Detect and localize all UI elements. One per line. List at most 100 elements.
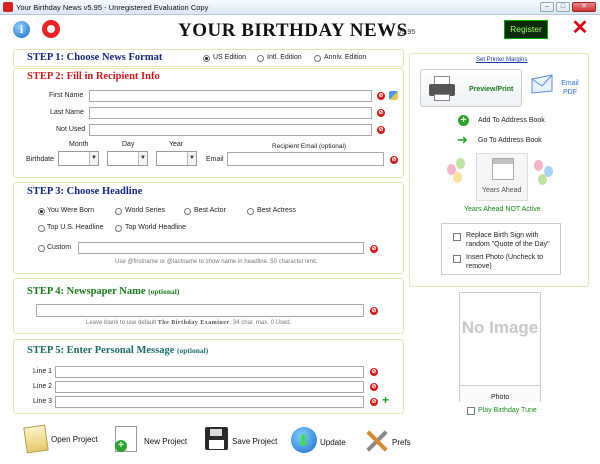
hint-prefix: Leave blank to use default — [86, 320, 157, 326]
open-folder-icon — [23, 424, 49, 454]
step4-title: STEP 4: Newspaper Name (optional) — [27, 286, 179, 297]
radio-us-edition[interactable] — [203, 55, 210, 62]
plus-icon: + — [115, 440, 127, 452]
radio-you-were-born[interactable] — [38, 208, 45, 215]
newspaper-name-hint: Leave blank to use default The Birthday … — [86, 320, 291, 326]
clear-not-used-icon[interactable]: ⊘ — [377, 126, 385, 134]
window-title: Your Birthday News v5.95 - Unregistered … — [16, 3, 209, 12]
clear-line1-icon[interactable]: ⊘ — [370, 368, 378, 376]
hint-suffix: . 34 char. max. 0 Used. — [229, 320, 292, 326]
maximize-button[interactable]: □ — [556, 2, 570, 12]
no-image-placeholder: No Image — [461, 318, 539, 337]
clear-line2-icon[interactable]: ⊘ — [370, 383, 378, 391]
recipient-email-label: Recipient Email (optional) — [272, 143, 347, 150]
arrow-right-icon[interactable]: ➜ — [457, 133, 468, 146]
message-line3-input[interactable] — [55, 396, 364, 408]
exit-icon[interactable]: ✕ — [571, 18, 589, 38]
add-icon[interactable]: + — [458, 115, 469, 126]
line1-label: Line 1 — [33, 368, 53, 375]
radio-intl-edition-label: Intl. Edition — [267, 54, 302, 61]
step3-title: STEP 3: Choose Headline — [27, 186, 143, 197]
info-icon[interactable]: i — [13, 21, 30, 38]
radio-you-were-born-label: You Were Born — [47, 207, 95, 214]
day-label: Day — [122, 141, 135, 148]
step4-optional: (optional) — [148, 287, 180, 296]
replace-birth-sign-checkbox[interactable] — [453, 233, 461, 241]
clear-line3-icon[interactable]: ⊘ — [370, 398, 378, 406]
prefs-button[interactable]: Prefs — [362, 424, 422, 456]
line2-label: Line 2 — [33, 383, 53, 390]
go-to-address-book-button[interactable]: Go To Address Book — [478, 137, 542, 144]
email-input[interactable] — [227, 152, 384, 166]
close-window-button[interactable]: ✕ — [572, 2, 596, 12]
app-icon — [3, 2, 13, 12]
register-button[interactable]: Register — [504, 20, 548, 39]
new-project-label: New Project — [144, 437, 188, 446]
not-used-input[interactable] — [89, 124, 372, 136]
newspaper-name-input[interactable] — [36, 304, 364, 317]
first-name-input[interactable] — [89, 90, 372, 102]
play-birthday-tune-label: Play Birthday Tune — [478, 407, 537, 414]
chevron-down-icon: ▼ — [89, 152, 98, 165]
minimize-button[interactable]: – — [540, 2, 554, 12]
radio-best-actress-label: Best Actress — [257, 207, 296, 214]
radio-best-actress[interactable] — [247, 208, 254, 215]
email-pdf-button[interactable] — [530, 73, 554, 95]
last-name-label: Last Name — [50, 109, 84, 116]
set-printer-margins-link[interactable]: Set Printer Margins — [476, 57, 527, 63]
year-select[interactable]: ▼ — [156, 151, 197, 166]
insert-photo-checkbox[interactable] — [453, 255, 461, 263]
clear-newspaper-name-icon[interactable]: ⊘ — [370, 307, 378, 315]
month-select[interactable]: ▼ — [58, 151, 99, 166]
line3-label: Line 3 — [33, 398, 53, 405]
add-line-icon[interactable]: + — [382, 394, 389, 406]
app-logo: YOUR BIRTHDAY NEWS — [178, 20, 408, 41]
open-project-button[interactable]: Open Project — [22, 424, 102, 456]
printer-icon — [429, 76, 455, 102]
step4-title-text: STEP 4: Newspaper Name — [27, 286, 146, 297]
radio-anniv-edition[interactable] — [314, 55, 321, 62]
radio-custom[interactable] — [38, 245, 45, 252]
photo-box[interactable]: No Image — [459, 292, 541, 402]
radio-world-series[interactable] — [115, 208, 122, 215]
not-used-label: Not Used — [56, 126, 86, 133]
first-name-label: First Name — [49, 92, 84, 99]
prefs-label: Prefs — [392, 438, 411, 447]
message-line1-input[interactable] — [55, 366, 364, 378]
lifebuoy-help-icon[interactable] — [42, 20, 60, 38]
radio-intl-edition[interactable] — [257, 55, 264, 62]
years-ahead-button[interactable]: Years Ahead — [476, 153, 528, 201]
update-button[interactable]: ⬇ Update — [290, 424, 360, 456]
insert-photo-label: Insert Photo (Uncheck to remove) — [466, 254, 544, 270]
custom-headline-input[interactable] — [78, 242, 364, 254]
title-bar: Your Birthday News v5.95 - Unregistered … — [0, 0, 600, 15]
save-project-button[interactable]: Save Project — [203, 424, 283, 456]
preview-print-label: Preview/Print — [469, 86, 514, 93]
replace-birth-sign-label: Replace Birth Sign with random "Quote of… — [466, 232, 550, 248]
message-line2-input[interactable] — [55, 381, 364, 393]
last-name-input[interactable] — [89, 107, 372, 119]
new-project-button[interactable]: + New Project — [113, 424, 193, 456]
chevron-down-icon: ▼ — [138, 152, 147, 165]
years-ahead-status: Years Ahead NOT Active — [464, 206, 541, 213]
clear-first-name-icon[interactable]: ⊘ — [377, 92, 385, 100]
radio-top-us-headline[interactable] — [38, 225, 45, 232]
photo-label: Photo — [491, 394, 510, 401]
radio-top-world-headline[interactable] — [115, 225, 122, 232]
radio-best-actor[interactable] — [184, 208, 191, 215]
add-to-address-book-button[interactable]: Add To Address Book — [478, 117, 545, 124]
contacts-icon[interactable] — [389, 91, 398, 100]
radio-anniv-edition-label: Anniv. Edition — [324, 54, 367, 61]
version-label: v5.95 — [398, 29, 416, 36]
preview-print-button[interactable]: Preview/Print — [420, 69, 522, 107]
email-pdf-label[interactable]: Email PDF — [558, 79, 582, 97]
floppy-disk-icon — [205, 427, 228, 450]
email-label: Email — [206, 156, 224, 163]
day-select[interactable]: ▼ — [107, 151, 148, 166]
clear-email-icon[interactable]: ⊘ — [390, 156, 398, 164]
balloons-right-icon — [534, 160, 556, 194]
play-birthday-tune-checkbox[interactable] — [467, 407, 475, 415]
wrench-screwdriver-icon — [364, 428, 390, 454]
clear-last-name-icon[interactable]: ⊘ — [377, 109, 385, 117]
clear-custom-headline-icon[interactable]: ⊘ — [370, 245, 378, 253]
